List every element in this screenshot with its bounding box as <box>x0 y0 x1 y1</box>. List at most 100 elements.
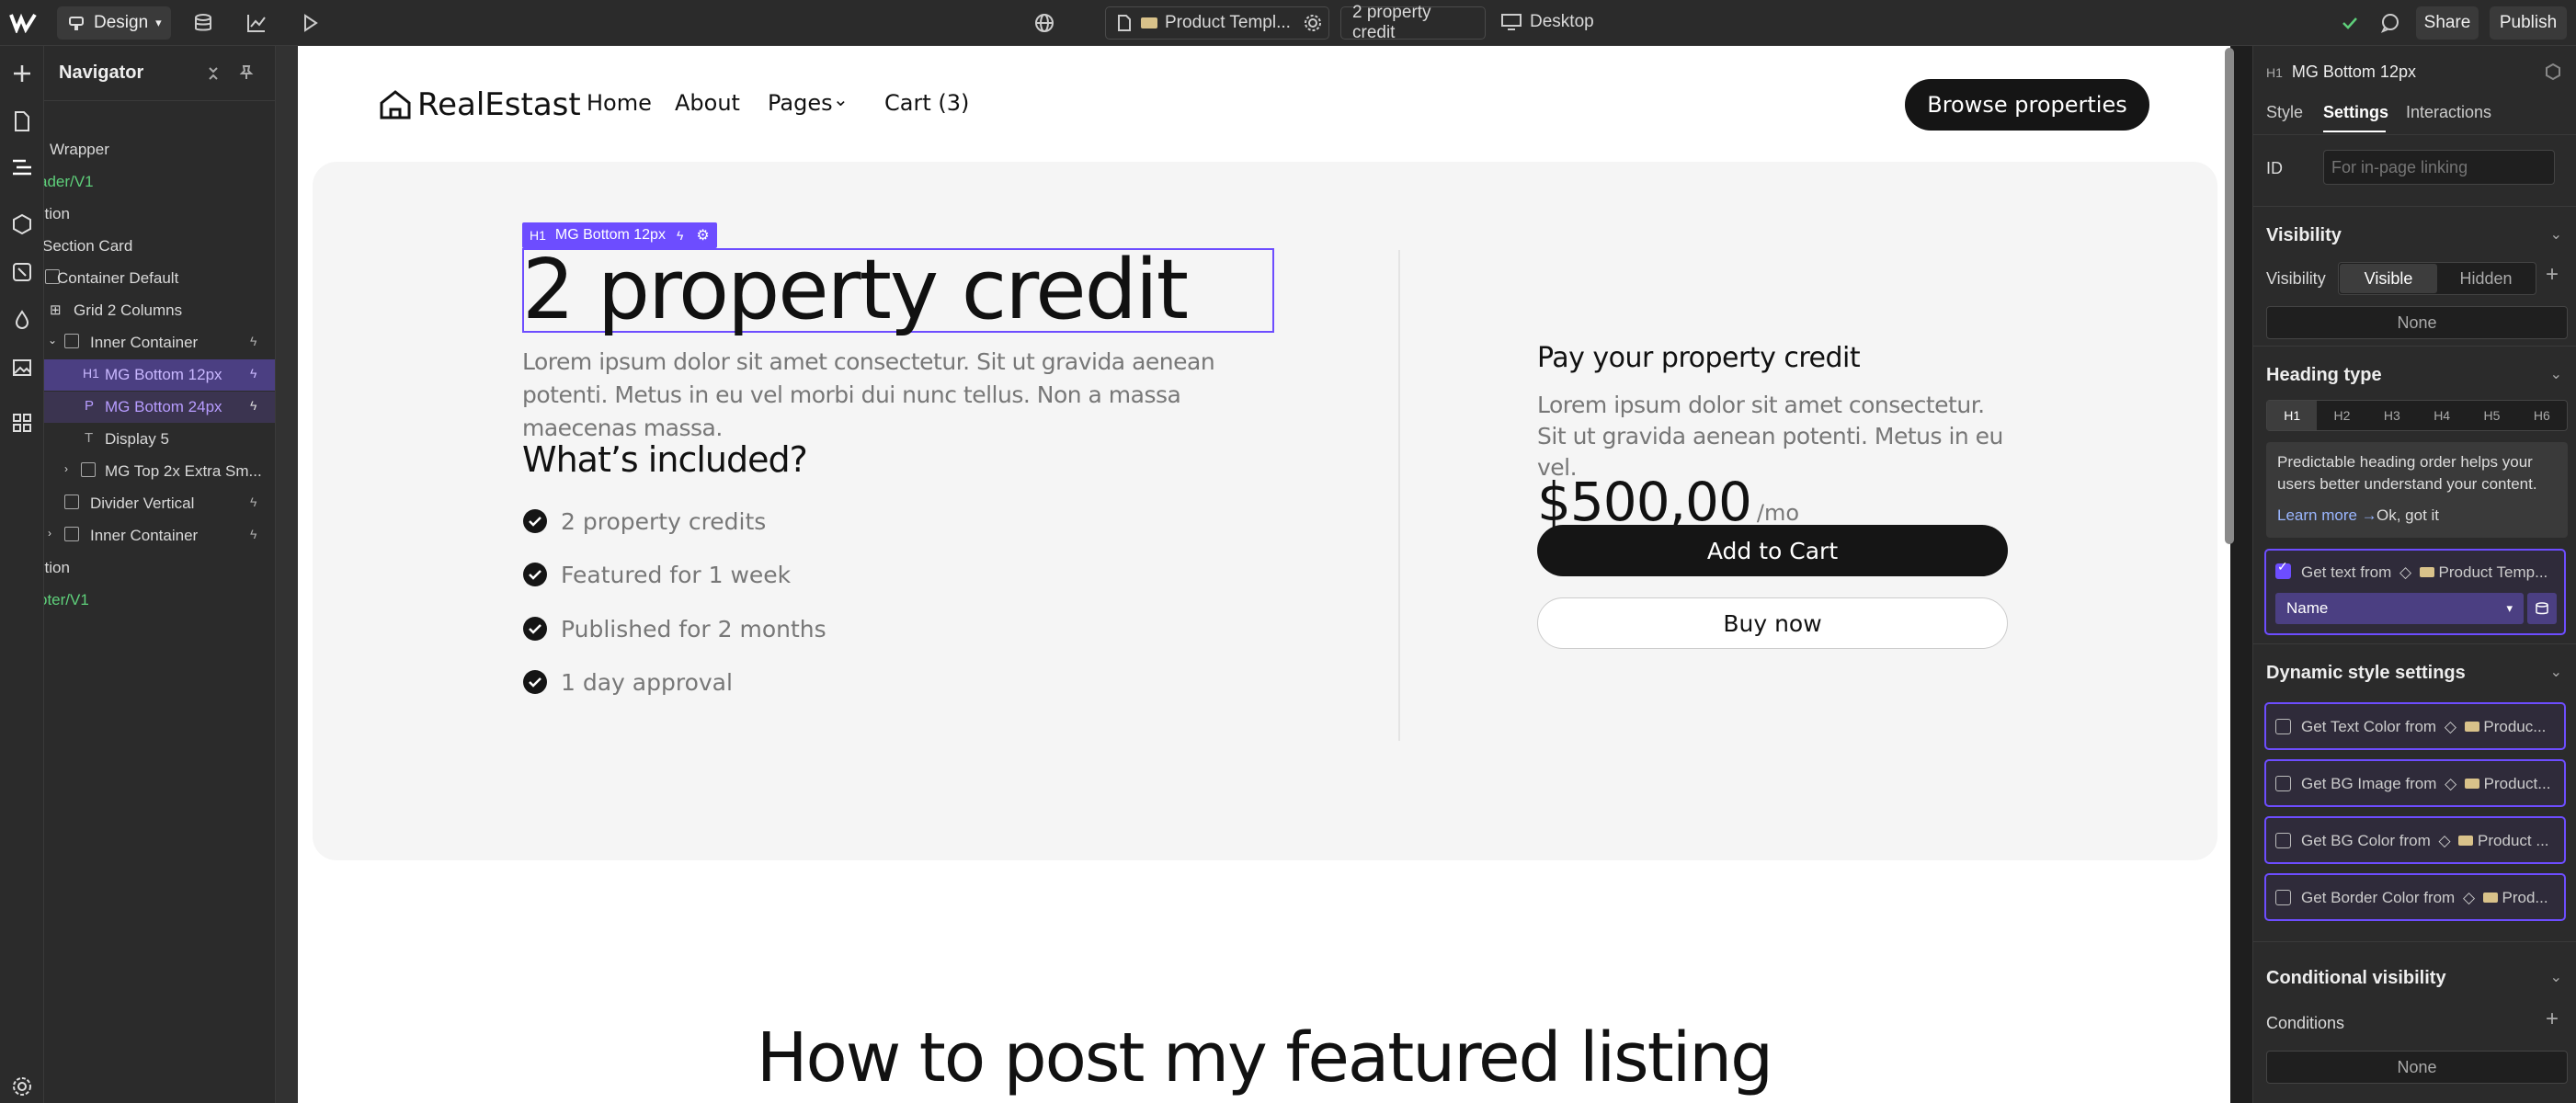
get-text-source: Product Temp... <box>2438 563 2548 581</box>
product-title[interactable]: 2 property credit <box>522 246 1189 335</box>
database-icon-button[interactable] <box>2527 593 2557 624</box>
preview-play-icon[interactable] <box>300 13 320 33</box>
learn-more-link[interactable]: Learn more → <box>2277 506 2377 525</box>
add-element-icon[interactable] <box>11 63 33 85</box>
chevron-right-icon: › <box>64 462 68 475</box>
page-settings-gear-icon[interactable] <box>1303 13 1323 33</box>
nav-link-home[interactable]: Home <box>587 90 652 116</box>
tab-interactions[interactable]: Interactions <box>2406 103 2491 122</box>
included-title[interactable]: What’s included? <box>522 439 808 480</box>
nav-row-inner-container[interactable]: ⌄ Inner Container ϟ <box>44 327 275 358</box>
visible-option[interactable]: Visible <box>2340 264 2437 293</box>
add-condition-plus-icon[interactable]: + <box>2546 1006 2559 1032</box>
dynamic-style-checkbox[interactable] <box>2275 890 2291 905</box>
site-logo-text[interactable]: RealEstast <box>417 86 581 123</box>
pay-title[interactable]: Pay your property credit <box>1537 342 1861 374</box>
nav-row-mg-top[interactable]: › MG Top 2x Extra Sm... <box>44 456 275 487</box>
heading-level-h4[interactable]: H4 <box>2417 401 2467 430</box>
heading-level-h3[interactable]: H3 <box>2367 401 2417 430</box>
pin-icon[interactable] <box>237 64 254 81</box>
comments-icon[interactable] <box>2379 12 2401 34</box>
nav-row-divider[interactable]: Divider Vertical ϟ <box>44 488 275 519</box>
navigator-icon[interactable] <box>11 156 33 178</box>
globe-icon[interactable] <box>1033 12 1055 34</box>
heading-level-h6[interactable]: H6 <box>2517 401 2567 430</box>
breakpoint-selector[interactable]: Desktop <box>1500 12 1594 32</box>
assets-icon[interactable] <box>11 357 33 379</box>
nav-link-pages[interactable]: Pages <box>768 90 833 116</box>
visibility-none-field[interactable]: None <box>2266 306 2568 339</box>
nav-row-paragraph[interactable]: P MG Bottom 24px ϟ <box>44 392 275 423</box>
nav-row-section-2[interactable]: ction <box>44 552 275 584</box>
interaction-bolt-icon: ϟ <box>250 398 257 413</box>
dynamic-style-checkbox[interactable] <box>2275 776 2291 791</box>
nav-link-about[interactable]: About <box>675 90 740 116</box>
chevron-down-icon[interactable]: ⌄ <box>833 88 849 110</box>
chevron-down-icon[interactable]: ⌄ <box>2550 365 2562 383</box>
tab-style[interactable]: Style <box>2266 103 2303 122</box>
chevron-down-icon[interactable]: ⌄ <box>2550 968 2562 986</box>
dynamic-style-label-text: Get Border Color from <box>2301 889 2456 906</box>
next-section-heading[interactable]: How to post my featured listing <box>298 1018 2230 1097</box>
nav-row-grid[interactable]: ⊞ Grid 2 Columns <box>44 295 275 326</box>
nav-row-inner-container-2[interactable]: › Inner Container ϟ <box>44 520 275 552</box>
dynamic-style-item[interactable]: Get Text Color from ◇ Produc... <box>2264 702 2566 750</box>
dynamic-style-item[interactable]: Get BG Color from ◇ Product ... <box>2264 816 2566 864</box>
settings-gear-icon[interactable] <box>11 1075 33 1097</box>
pages-icon[interactable] <box>11 110 33 132</box>
add-plus-icon[interactable]: + <box>2546 262 2559 288</box>
analytics-icon[interactable] <box>246 13 267 33</box>
page-selector[interactable]: Product Templ... <box>1105 6 1329 40</box>
dynamic-style-checkbox[interactable] <box>2275 833 2291 848</box>
nav-row-wrapper[interactable]: Wrapper <box>44 134 275 165</box>
id-input[interactable] <box>2323 150 2555 185</box>
field-select[interactable]: Name ▾ <box>2275 593 2524 624</box>
collection-item-selector[interactable]: 2 property credit <box>1340 3 1486 42</box>
dynamic-style-label: Get Text Color from ◇ Produc... <box>2301 718 2546 736</box>
nav-row-label: Container Default <box>57 269 179 287</box>
nav-row-display-text[interactable]: T Display 5 <box>44 424 275 455</box>
nav-row-heading-selected[interactable]: H1 MG Bottom 12px ϟ <box>44 359 275 391</box>
canvas-scrollbar[interactable] <box>2225 48 2234 544</box>
style-manager-icon[interactable] <box>11 309 33 331</box>
hidden-option[interactable]: Hidden <box>2437 264 2535 293</box>
dynamic-style-item[interactable]: Get BG Image from ◇ Product... <box>2264 759 2566 807</box>
collapse-all-icon[interactable] <box>206 66 221 81</box>
component-icon[interactable] <box>2544 63 2562 81</box>
dynamic-style-item[interactable]: Get Border Color from ◇ Prod... <box>2264 873 2566 921</box>
apps-icon[interactable] <box>11 412 33 434</box>
grid-icon: ⊞ <box>50 302 62 318</box>
chevron-down-icon[interactable]: ⌄ <box>2550 663 2562 681</box>
cms-icon[interactable] <box>193 13 213 33</box>
design-mode-button[interactable]: Design ▾ <box>57 6 171 40</box>
price-value: $500,00 <box>1537 471 1752 533</box>
conditions-none-field[interactable]: None <box>2266 1051 2568 1084</box>
add-to-cart-button[interactable]: Add to Cart <box>1537 525 2008 576</box>
publish-button[interactable]: Publish <box>2490 6 2567 40</box>
components-icon[interactable] <box>11 213 33 235</box>
nav-row-label: Display 5 <box>105 430 169 448</box>
heading-level-h5[interactable]: H5 <box>2467 401 2516 430</box>
nav-row-header-component[interactable]: ader/V1 <box>44 166 275 198</box>
nav-row-label: ction <box>44 559 70 576</box>
nav-row-container-default[interactable]: Container Default <box>44 263 275 294</box>
dynamic-style-checkbox[interactable] <box>2275 719 2291 734</box>
nav-row-section[interactable]: ction <box>44 199 275 230</box>
pay-text[interactable]: Lorem ipsum dolor sit amet consectetur. … <box>1537 390 2015 483</box>
chevron-down-icon[interactable]: ⌄ <box>2550 225 2562 244</box>
house-logo-icon[interactable] <box>379 88 412 121</box>
ok-got-it-link[interactable]: Ok, got it <box>2377 506 2439 525</box>
nav-link-cart[interactable]: Cart (3) <box>884 90 969 116</box>
tab-settings[interactable]: Settings <box>2323 103 2388 122</box>
nav-row-section-card[interactable]: Section Card <box>44 231 275 262</box>
nav-row-footer-component[interactable]: oter/V1 <box>44 585 275 616</box>
browse-properties-button[interactable]: Browse properties <box>1905 79 2149 131</box>
webflow-logo-icon[interactable] <box>9 11 37 33</box>
product-intro[interactable]: Lorem ipsum dolor sit amet consectetur. … <box>522 346 1282 445</box>
heading-level-h2[interactable]: H2 <box>2317 401 2366 430</box>
heading-level-h1[interactable]: H1 <box>2267 401 2318 430</box>
box-icon <box>64 527 79 541</box>
share-button[interactable]: Share <box>2416 6 2479 40</box>
variables-icon[interactable] <box>11 261 33 283</box>
buy-now-button[interactable]: Buy now <box>1537 597 2008 649</box>
